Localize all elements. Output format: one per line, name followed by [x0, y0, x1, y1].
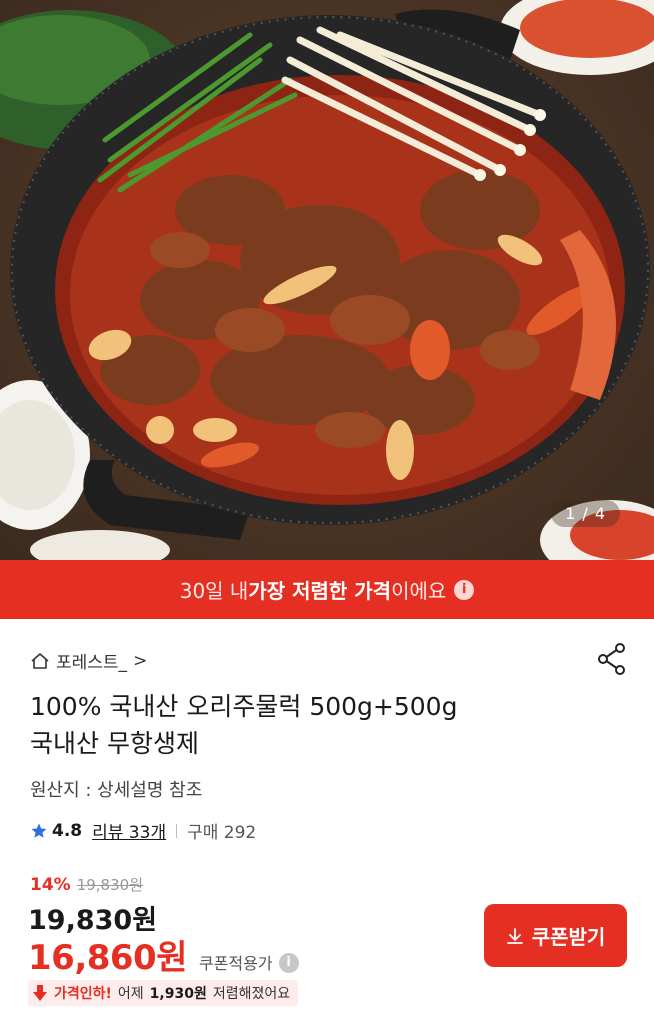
share-icon[interactable]	[596, 642, 628, 676]
rating-score: 4.8	[52, 820, 83, 841]
banner-suffix: 이에요	[391, 579, 447, 603]
home-icon	[31, 652, 49, 669]
product-title: 100% 국내산 오리주물럭 500g+500g 국내산 무항생제	[30, 688, 590, 762]
discount-row: 14% 19,830원	[30, 874, 143, 895]
discount-percent: 14%	[30, 875, 71, 895]
product-title-line2: 국내산 무항생제	[30, 729, 199, 758]
store-link[interactable]: 포레스트_ >	[30, 648, 147, 673]
price-drop-notice: 가격인하! 어제 1,930원 저렴해졌어요	[28, 980, 299, 1006]
store-name: 포레스트_	[56, 653, 128, 673]
review-count-link[interactable]: 리뷰 33개	[92, 818, 166, 843]
price-drop-text-after: 저렴해졌어요	[212, 986, 291, 1002]
price-drop-amount: 1,930원	[149, 986, 207, 1002]
product-image[interactable]: 1 / 4	[0, 0, 654, 560]
divider	[176, 823, 178, 838]
food-illustration	[0, 0, 654, 560]
price-drop-text-before: 어제	[117, 986, 144, 1002]
info-icon[interactable]: i	[454, 579, 475, 600]
price-drop-label: 가격인하!	[54, 986, 112, 1002]
coupon-price-row: 16,860원 쿠폰적용가 i	[28, 930, 299, 979]
product-detail-page: 1 / 4 30일 내 가장 저렴한 가격 이에요 i 포레스트_ > 100%…	[0, 0, 654, 1024]
lowest-price-banner[interactable]: 30일 내 가장 저렴한 가격 이에요 i	[0, 560, 654, 619]
product-title-line1: 100% 국내산 오리주물럭 500g+500g	[30, 692, 458, 721]
download-icon	[506, 927, 523, 944]
banner-prefix: 30일 내	[179, 579, 249, 603]
get-coupon-button[interactable]: 쿠폰받기	[484, 904, 627, 967]
product-origin: 원산지 : 상세설명 참조	[30, 780, 203, 801]
banner-highlight: 가장 저렴한 가격	[248, 579, 392, 603]
coupon-price: 16,860원	[28, 938, 187, 978]
chevron-right-icon: >	[133, 650, 148, 671]
star-icon	[31, 823, 47, 838]
coupon-price-label: 쿠폰적용가	[198, 954, 273, 973]
image-pager: 1 / 4	[551, 500, 620, 527]
rating-row: 4.8 리뷰 33개 구매 292	[30, 818, 256, 843]
purchase-count: 구매 292	[187, 823, 257, 843]
original-price: 19,830원	[76, 876, 143, 894]
help-icon[interactable]: i	[278, 952, 299, 973]
arrow-down-icon	[33, 985, 47, 1001]
get-coupon-label: 쿠폰받기	[531, 925, 606, 949]
